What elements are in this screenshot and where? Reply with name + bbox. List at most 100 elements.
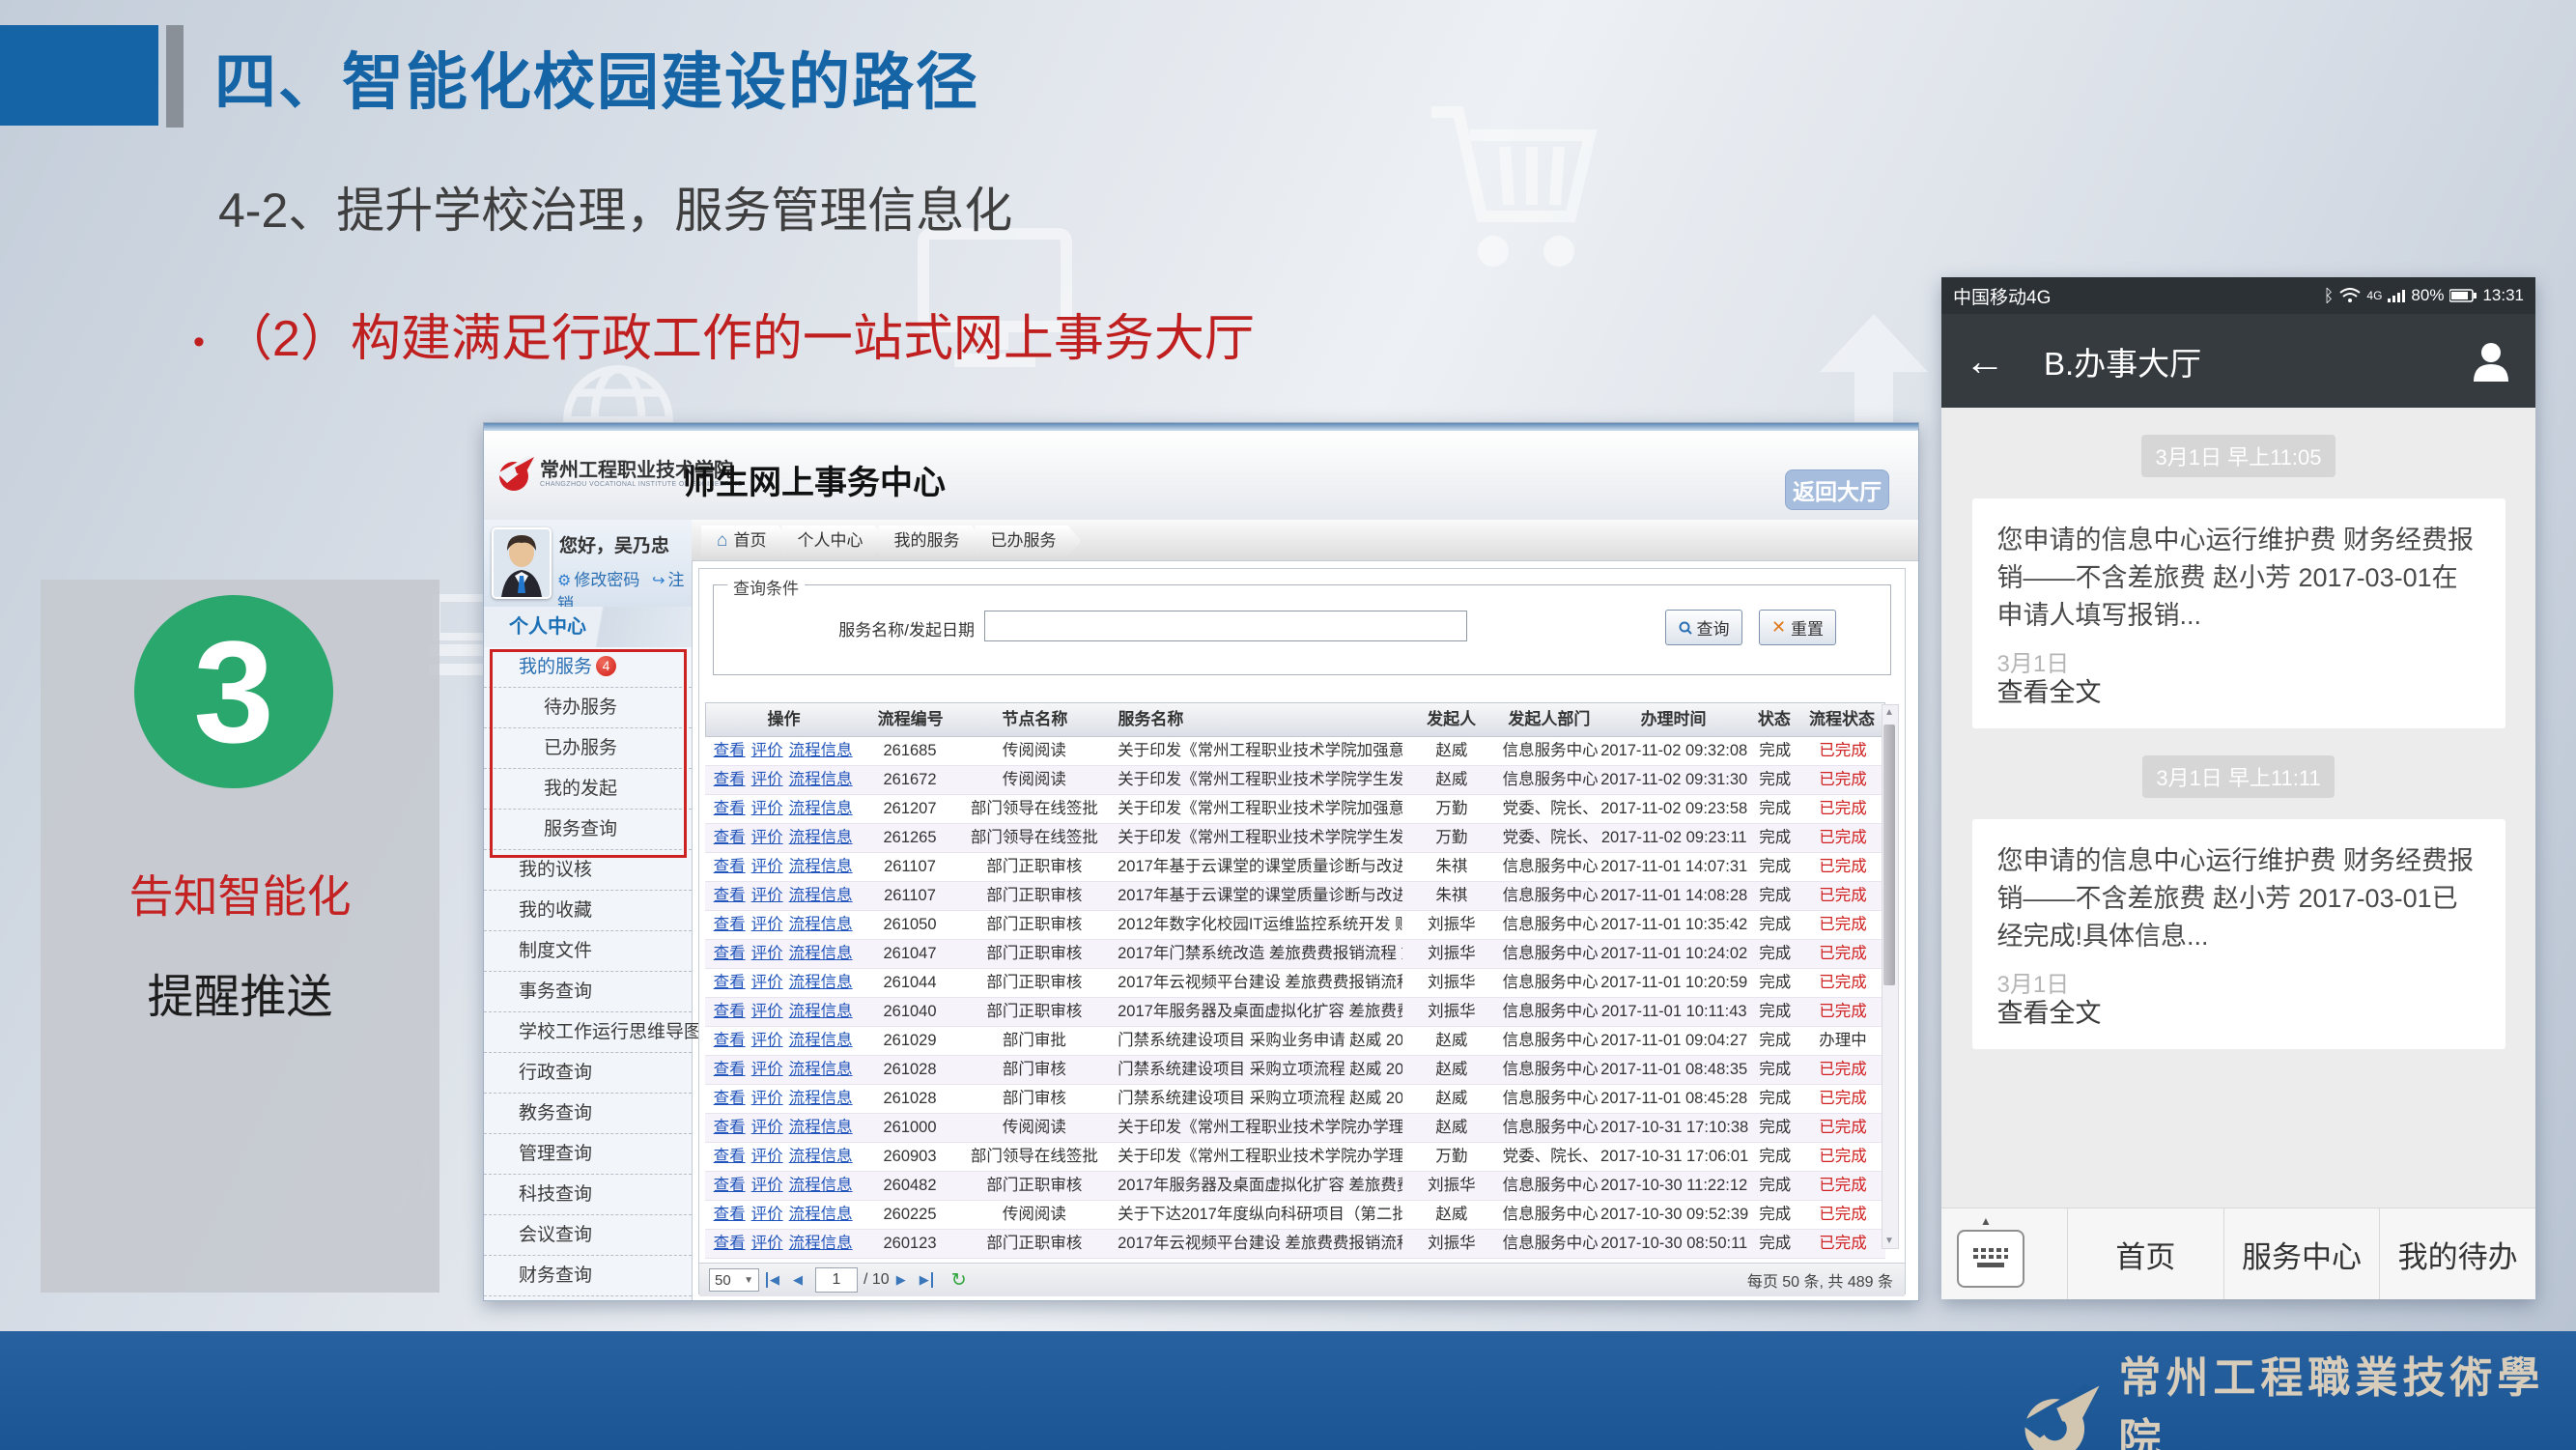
- person-icon[interactable]: [2470, 339, 2512, 384]
- action-link-评价[interactable]: 评价: [751, 1003, 783, 1020]
- view-full-link[interactable]: 查看全文: [1997, 671, 2102, 709]
- action-link-查看[interactable]: 查看: [714, 916, 746, 933]
- action-link-流程信息[interactable]: 流程信息: [789, 887, 853, 904]
- action-link-评价[interactable]: 评价: [751, 1090, 783, 1107]
- action-link-评价[interactable]: 评价: [751, 916, 783, 933]
- action-link-查看[interactable]: 查看: [714, 1090, 746, 1107]
- action-link-评价[interactable]: 评价: [751, 829, 783, 846]
- action-link-流程信息[interactable]: 流程信息: [789, 1032, 853, 1049]
- breadcrumb-tab-个人中心[interactable]: 个人中心: [781, 526, 888, 556]
- table-scrollbar[interactable]: ▲ ▼: [1882, 704, 1899, 1249]
- keyboard-toggle[interactable]: ▲: [1941, 1208, 2067, 1299]
- sidebar-item-财务查询[interactable]: 财务查询: [484, 1256, 692, 1296]
- action-link-查看[interactable]: 查看: [714, 1119, 746, 1136]
- action-link-流程信息[interactable]: 流程信息: [789, 829, 853, 846]
- action-link-评价[interactable]: 评价: [751, 887, 783, 904]
- action-link-流程信息[interactable]: 流程信息: [789, 945, 853, 962]
- action-link-查看[interactable]: 查看: [714, 1061, 746, 1078]
- action-link-查看[interactable]: 查看: [714, 742, 746, 759]
- action-link-查看[interactable]: 查看: [714, 1177, 746, 1194]
- breadcrumb-tab-已办服务[interactable]: 已办服务: [975, 526, 1081, 556]
- first-page-icon[interactable]: ◀: [766, 1272, 779, 1288]
- change-password-link[interactable]: 修改密码: [574, 571, 639, 589]
- action-link-评价[interactable]: 评价: [751, 945, 783, 962]
- action-link-评价[interactable]: 评价: [751, 1119, 783, 1136]
- scroll-up-icon[interactable]: ▲: [1882, 707, 1896, 718]
- sidebar-item-行政查询[interactable]: 行政查询: [484, 1053, 692, 1094]
- sidebar-item-学校工作运行思维导图[interactable]: 学校工作运行思维导图: [484, 1012, 692, 1053]
- action-link-查看[interactable]: 查看: [714, 1148, 746, 1165]
- scrollbar-thumb[interactable]: [1883, 725, 1895, 985]
- back-arrow-icon[interactable]: ←: [1965, 341, 2005, 382]
- action-link-查看[interactable]: 查看: [714, 800, 746, 817]
- action-link-流程信息[interactable]: 流程信息: [789, 1235, 853, 1252]
- action-link-查看[interactable]: 查看: [714, 1206, 746, 1223]
- scroll-down-icon[interactable]: ▼: [1882, 1236, 1896, 1246]
- sidebar-item-事务查询[interactable]: 事务查询: [484, 972, 692, 1012]
- action-link-评价[interactable]: 评价: [751, 742, 783, 759]
- sidebar-item-科技查询[interactable]: 科技查询: [484, 1175, 692, 1215]
- sidebar-item-待办服务[interactable]: 待办服务: [484, 688, 692, 728]
- prev-page-icon[interactable]: ◀: [793, 1272, 803, 1288]
- return-hall-button[interactable]: 返回大厅: [1785, 469, 1889, 510]
- action-link-查看[interactable]: 查看: [714, 974, 746, 991]
- action-link-流程信息[interactable]: 流程信息: [789, 974, 853, 991]
- page-size-select[interactable]: 50▼: [709, 1268, 759, 1292]
- action-link-评价[interactable]: 评价: [751, 1235, 783, 1252]
- phone-tab-首页[interactable]: 首页: [2067, 1208, 2223, 1299]
- action-link-评价[interactable]: 评价: [751, 1177, 783, 1194]
- action-link-流程信息[interactable]: 流程信息: [789, 1148, 853, 1165]
- phone-tab-服务中心[interactable]: 服务中心: [2223, 1208, 2380, 1299]
- breadcrumb-tab-首页[interactable]: ⌂首页: [701, 526, 791, 556]
- action-link-查看[interactable]: 查看: [714, 1032, 746, 1049]
- phone-tab-我的待办[interactable]: 我的待办: [2379, 1208, 2535, 1299]
- search-button[interactable]: 查询: [1665, 610, 1742, 645]
- refresh-icon[interactable]: ↻: [951, 1269, 967, 1292]
- action-link-评价[interactable]: 评价: [751, 974, 783, 991]
- breadcrumb-tab-我的服务[interactable]: 我的服务: [878, 526, 984, 556]
- sidebar-item-服务查询[interactable]: 服务查询: [484, 810, 692, 850]
- sidebar-item-管理查询[interactable]: 管理查询: [484, 1134, 692, 1175]
- view-full-link[interactable]: 查看全文: [1997, 992, 2102, 1030]
- action-link-查看[interactable]: 查看: [714, 1003, 746, 1020]
- sidebar-item-我的服务[interactable]: 我的服务4: [484, 647, 692, 688]
- action-link-评价[interactable]: 评价: [751, 1148, 783, 1165]
- sidebar-item-我的发起[interactable]: 我的发起: [484, 769, 692, 810]
- action-link-查看[interactable]: 查看: [714, 1235, 746, 1252]
- action-link-查看[interactable]: 查看: [714, 829, 746, 846]
- action-link-流程信息[interactable]: 流程信息: [789, 800, 853, 817]
- action-link-查看[interactable]: 查看: [714, 858, 746, 875]
- sidebar-item-我的议核[interactable]: 我的议核: [484, 850, 692, 891]
- action-link-评价[interactable]: 评价: [751, 1206, 783, 1223]
- query-fieldset: 查询条件 服务名称/发起日期 查询 ✕ 重置: [713, 584, 1891, 675]
- action-link-流程信息[interactable]: 流程信息: [789, 1177, 853, 1194]
- sidebar-item-制度文件[interactable]: 制度文件: [484, 931, 692, 972]
- action-link-流程信息[interactable]: 流程信息: [789, 1061, 853, 1078]
- action-link-流程信息[interactable]: 流程信息: [789, 1003, 853, 1020]
- action-link-评价[interactable]: 评价: [751, 1061, 783, 1078]
- action-link-评价[interactable]: 评价: [751, 858, 783, 875]
- action-link-流程信息[interactable]: 流程信息: [789, 916, 853, 933]
- page-number-input[interactable]: 1: [815, 1267, 858, 1293]
- action-link-评价[interactable]: 评价: [751, 800, 783, 817]
- action-link-流程信息[interactable]: 流程信息: [789, 1090, 853, 1107]
- sidebar-item-已办服务[interactable]: 已办服务: [484, 728, 692, 769]
- sidebar-item-教务查询[interactable]: 教务查询: [484, 1094, 692, 1134]
- query-input[interactable]: [984, 611, 1467, 641]
- action-link-流程信息[interactable]: 流程信息: [789, 858, 853, 875]
- reset-button[interactable]: ✕ 重置: [1759, 610, 1836, 645]
- action-link-查看[interactable]: 查看: [714, 771, 746, 788]
- action-link-流程信息[interactable]: 流程信息: [789, 1206, 853, 1223]
- initiator-cell: 赵威: [1402, 766, 1500, 794]
- sidebar-item-我的收藏[interactable]: 我的收藏: [484, 891, 692, 931]
- action-link-流程信息[interactable]: 流程信息: [789, 1119, 853, 1136]
- action-link-评价[interactable]: 评价: [751, 771, 783, 788]
- action-link-评价[interactable]: 评价: [751, 1032, 783, 1049]
- action-link-流程信息[interactable]: 流程信息: [789, 742, 853, 759]
- action-link-查看[interactable]: 查看: [714, 945, 746, 962]
- action-link-查看[interactable]: 查看: [714, 887, 746, 904]
- last-page-icon[interactable]: ▶: [920, 1272, 933, 1288]
- sidebar-item-会议查询[interactable]: 会议查询: [484, 1215, 692, 1256]
- action-link-流程信息[interactable]: 流程信息: [789, 771, 853, 788]
- next-page-icon[interactable]: ▶: [896, 1272, 906, 1288]
